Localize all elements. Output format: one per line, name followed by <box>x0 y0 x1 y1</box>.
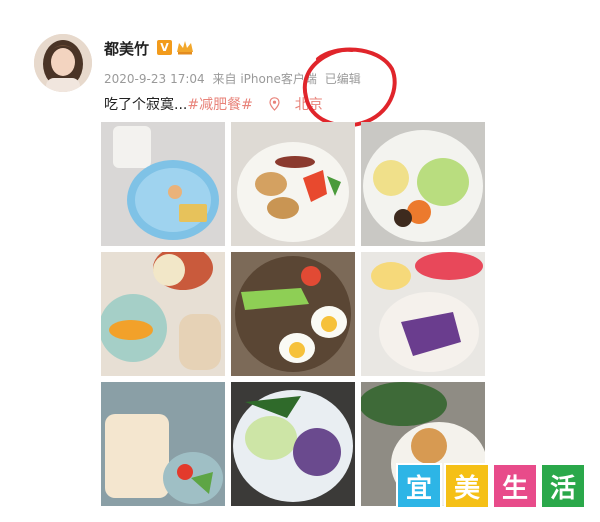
watermark-char-4: 活 <box>540 463 586 509</box>
photo-7[interactable] <box>101 382 225 506</box>
photo-8[interactable] <box>231 382 355 506</box>
watermark-char-2: 美 <box>444 463 490 509</box>
post-date: 2020-9-23 <box>104 72 167 86</box>
photo-2[interactable] <box>231 122 355 246</box>
watermark-char-3: 生 <box>492 463 538 509</box>
avatar[interactable] <box>34 34 92 92</box>
hashtag-link[interactable]: #减肥餐# <box>187 97 252 113</box>
watermark-char-1: 宜 <box>396 463 442 509</box>
watermark-logo: 宜 美 生 活 <box>394 463 586 509</box>
post-time: 17:04 <box>170 72 205 86</box>
photo-6[interactable] <box>361 252 485 376</box>
photo-grid <box>101 122 487 512</box>
location-pin-icon <box>269 97 280 111</box>
verified-badge: V <box>157 40 172 55</box>
post-source[interactable]: 来自 iPhone客户端 <box>213 72 317 86</box>
annotation-circle <box>302 47 397 128</box>
weibo-post: 都美竹 V 2020-9-23 17:04 来自 iPhone客户端 已编辑 吃了… <box>0 0 600 522</box>
post-meta: 2020-9-23 17:04 来自 iPhone客户端 已编辑 <box>104 70 365 87</box>
location-link[interactable]: 北京 <box>295 97 323 113</box>
post-body: 吃了个寂寞... <box>104 97 188 113</box>
photo-5[interactable] <box>231 252 355 376</box>
edited-label[interactable]: 已编辑 <box>325 72 361 86</box>
photo-1[interactable] <box>101 122 225 246</box>
photo-3[interactable] <box>361 122 485 246</box>
photo-4[interactable] <box>101 252 225 376</box>
crown-icon <box>177 41 193 55</box>
username[interactable]: 都美竹 <box>104 38 149 59</box>
post-text: 吃了个寂寞...#减肥餐# 北京 <box>104 94 323 114</box>
